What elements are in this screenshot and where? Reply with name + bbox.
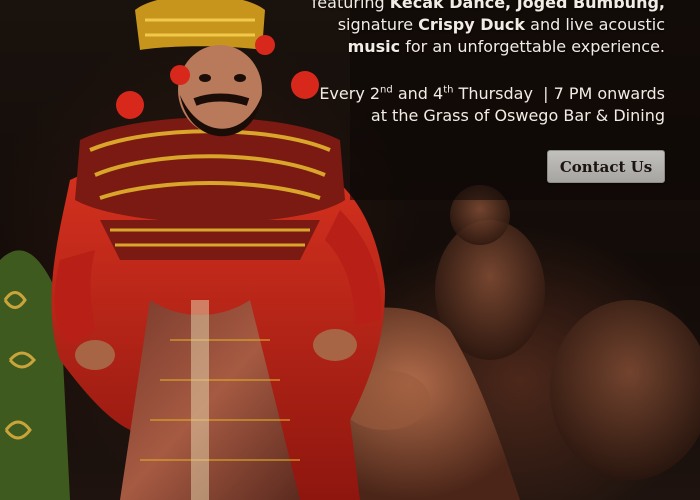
schedule-venue: at the Grass of Oswego Bar & Dining [370,106,665,125]
schedule-date: Every 2nd and 4th Thursday | 7 PM onward… [319,84,665,103]
promo-description: featuring Kecak Dance, Joged Bumbung, si… [245,0,665,58]
seated-performer-right [550,300,700,480]
event-schedule: Every 2nd and 4th Thursday | 7 PM onward… [319,83,665,127]
kecak-dance-photo [0,0,700,500]
background-photo [0,0,700,500]
promo-line-2: signature Crispy Duck and live acoustic [337,15,665,34]
contact-us-button[interactable]: Contact Us [547,150,665,183]
promo-line-1: featuring Kecak Dance, Joged Bumbung, [311,0,665,12]
promo-line-3: music for an unforgettable experience. [347,37,665,56]
